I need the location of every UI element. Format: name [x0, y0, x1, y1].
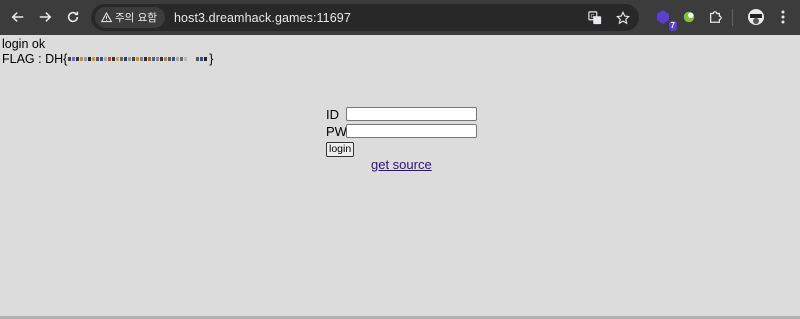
translate-button[interactable]: G: [585, 8, 605, 28]
id-input[interactable]: [346, 107, 477, 121]
get-source-link[interactable]: get source: [371, 157, 432, 172]
browser-menu-button[interactable]: [775, 6, 791, 28]
url-text[interactable]: host3.dreamhack.games:11697: [174, 11, 351, 25]
profile-button[interactable]: [745, 6, 767, 28]
bookmark-button[interactable]: [613, 8, 633, 28]
pw-label: PW: [326, 123, 347, 139]
login-button[interactable]: login: [326, 141, 355, 157]
flag-label: FLAG : DH{: [2, 52, 68, 66]
browser-toolbar: 주의 요함 host3.dreamhack.games:11697 G 7: [0, 0, 800, 35]
avatar-icon: [748, 9, 764, 25]
security-chip-label: 주의 요함: [115, 12, 157, 24]
extension-icon: [683, 11, 695, 23]
back-button[interactable]: [6, 5, 30, 29]
star-icon: [616, 11, 630, 25]
flag-line: FLAG : DH{ }: [2, 52, 213, 66]
flag-close: }: [209, 52, 214, 66]
login-status: login ok: [2, 37, 46, 51]
toolbar-divider: [732, 9, 733, 26]
forward-icon: [39, 12, 52, 22]
extension-button-1[interactable]: 7: [652, 6, 677, 31]
page-content: login ok FLAG : DH{ } ID PW login get so…: [0, 35, 800, 319]
warning-icon: [101, 12, 112, 23]
security-chip[interactable]: 주의 요함: [95, 7, 165, 28]
login-form: ID PW login: [326, 106, 477, 157]
reload-icon: [67, 11, 79, 23]
pw-input[interactable]: [346, 124, 477, 138]
menu-icon: [781, 10, 785, 24]
back-icon: [11, 12, 24, 22]
reload-button[interactable]: [61, 5, 85, 29]
flag-censored-pixelation: [68, 54, 208, 64]
extensions-menu-button[interactable]: [705, 6, 725, 28]
puzzle-icon: [710, 11, 722, 23]
address-bar[interactable]: 주의 요함 host3.dreamhack.games:11697 G: [91, 4, 639, 31]
translate-icon: G: [588, 11, 602, 25]
extension-badge: 7: [668, 21, 677, 31]
id-label: ID: [326, 106, 339, 122]
forward-button[interactable]: [33, 5, 57, 29]
svg-text:G: G: [591, 14, 595, 20]
extension-button-2[interactable]: [679, 6, 699, 28]
